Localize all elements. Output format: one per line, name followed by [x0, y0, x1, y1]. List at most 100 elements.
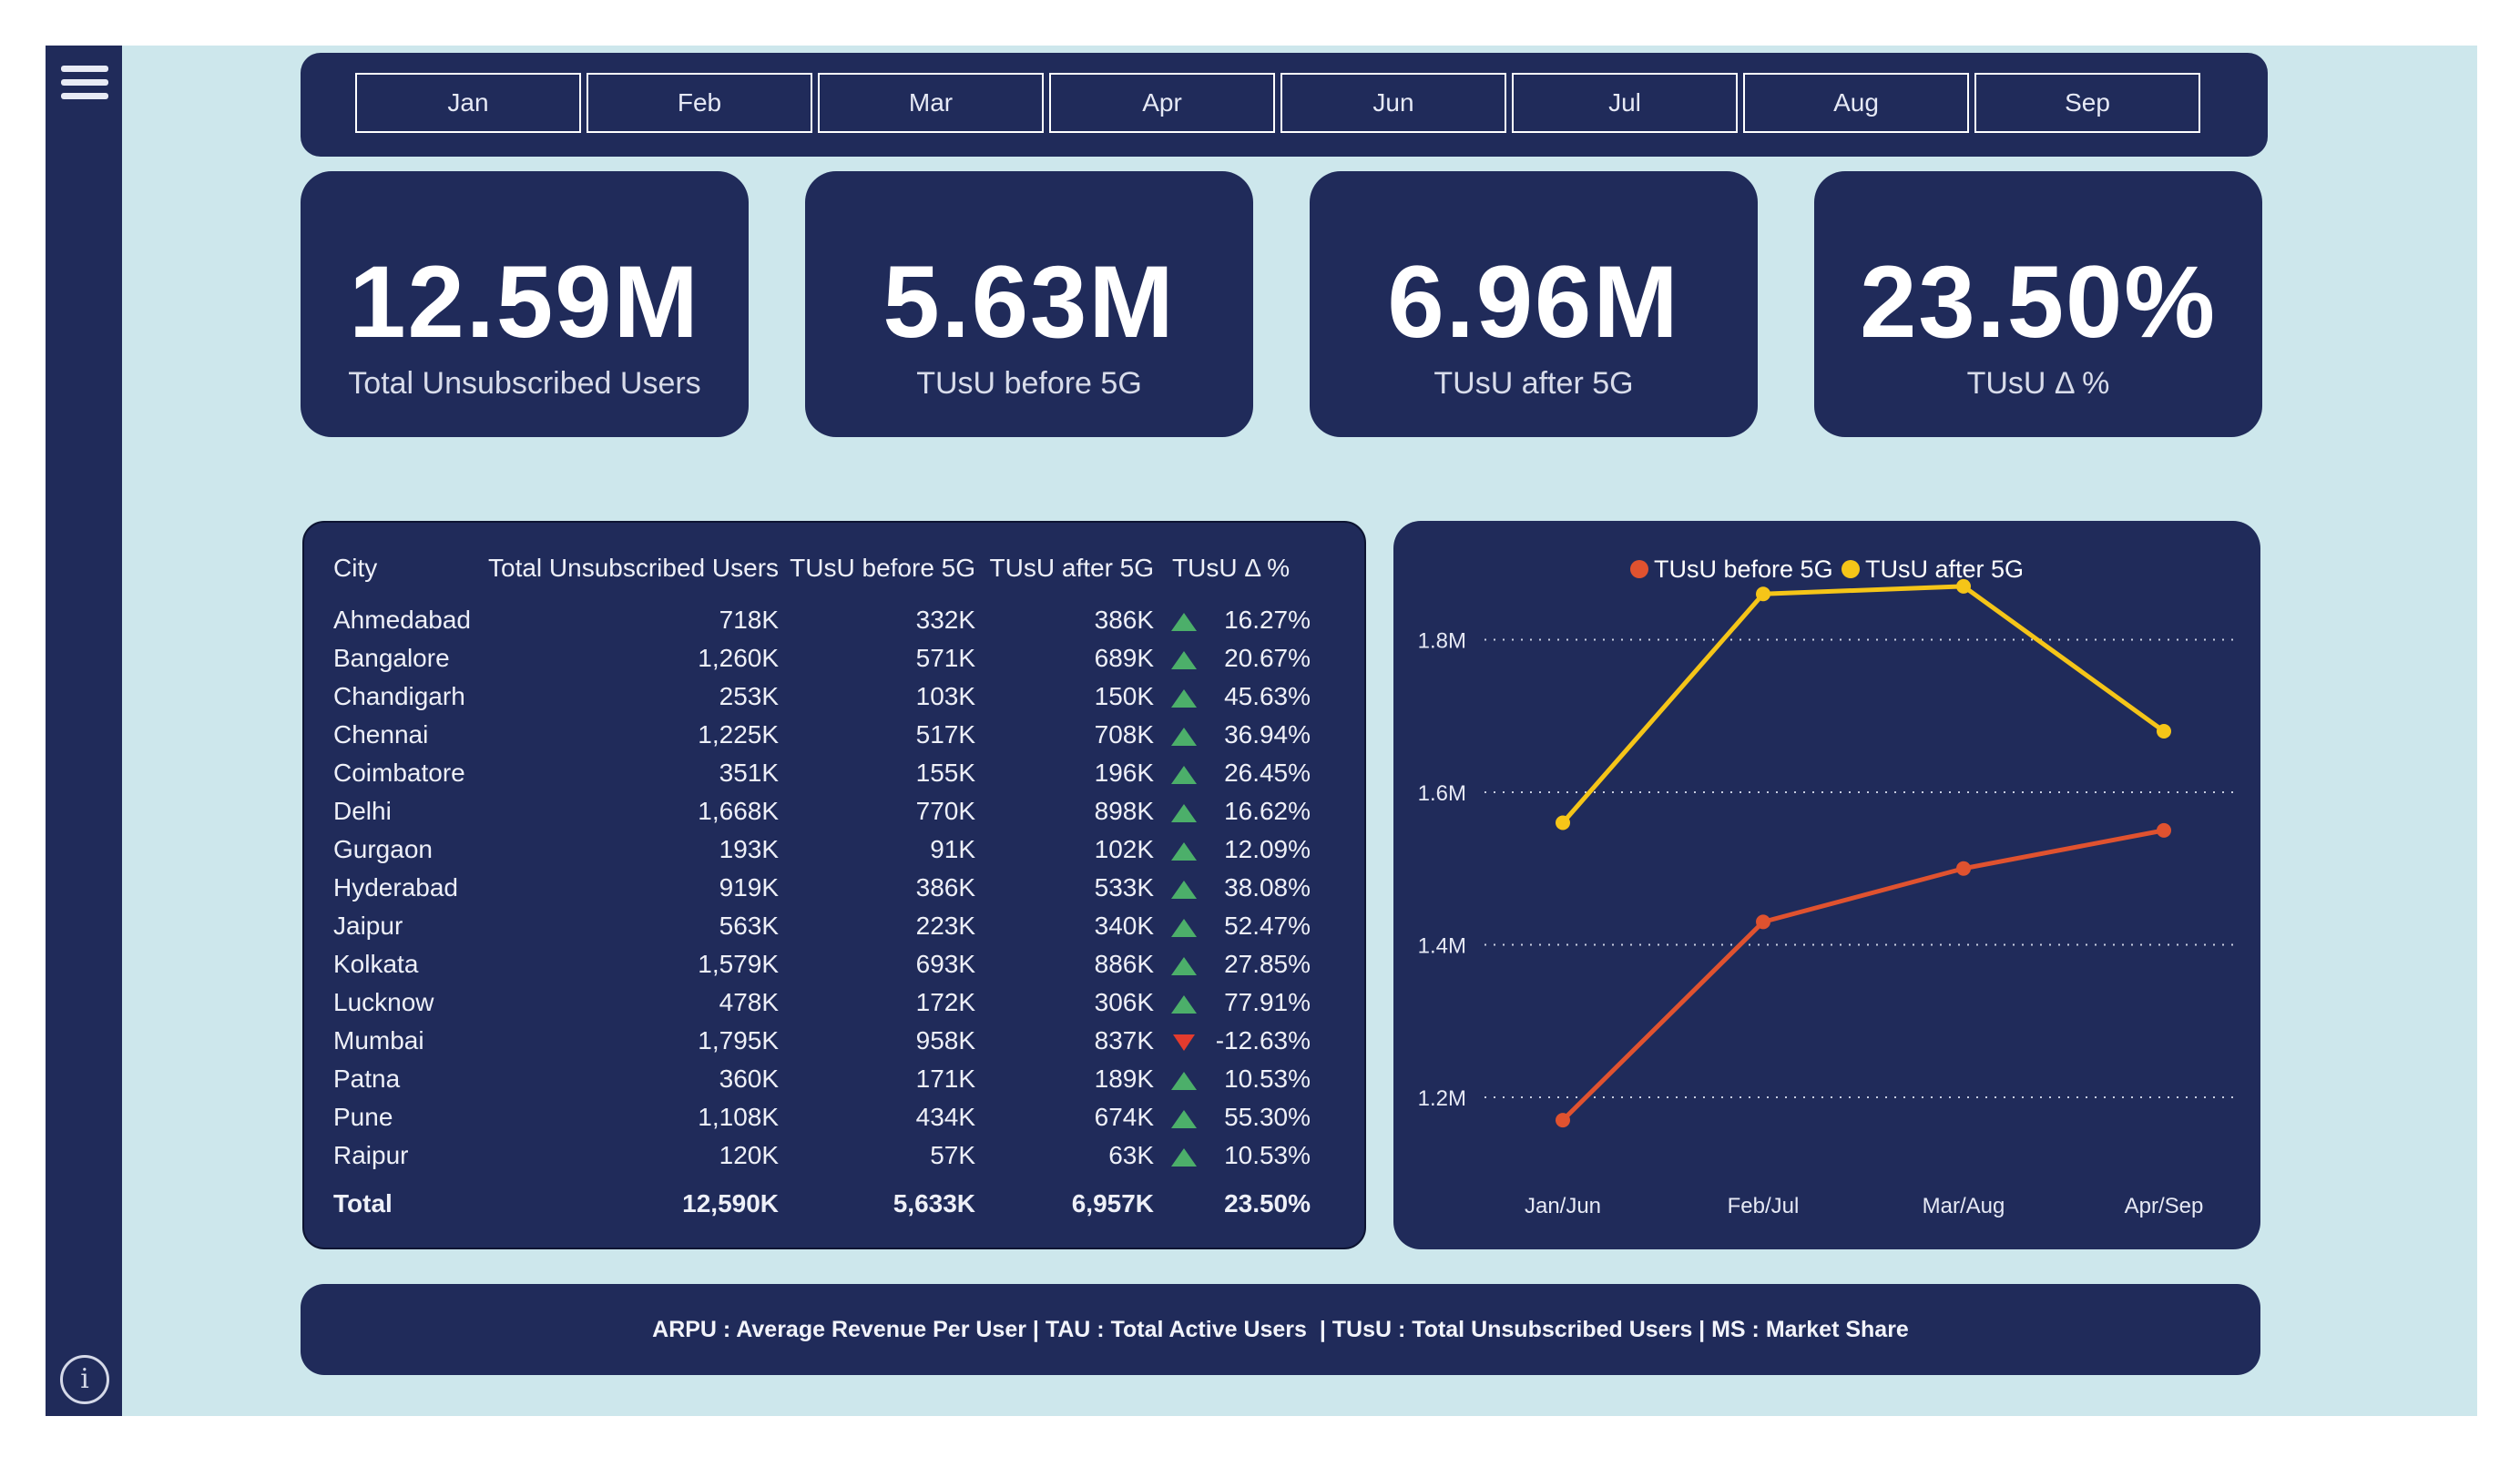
trend-down-icon — [1173, 1034, 1196, 1051]
table-header-row: City Total Unsubscribed Users TUsU befor… — [333, 543, 1311, 594]
trend-up-icon — [1171, 994, 1198, 1014]
trend-up-icon — [1171, 650, 1198, 669]
cell-before-5g: 434K — [915, 1103, 976, 1131]
trend-up-icon — [1171, 688, 1198, 708]
kpi-card-before-5g: 5.63M TUsU before 5G — [805, 171, 1253, 437]
kpi-value: 23.50% — [1860, 245, 2217, 359]
table-row[interactable]: Ahmedabad 718K 332K 386K 16.27% — [333, 601, 1311, 639]
sidebar: i — [46, 46, 122, 1416]
month-button-sep[interactable]: Sep — [1974, 73, 2200, 133]
cell-trend — [1154, 716, 1214, 754]
kpi-card-total-unsubscribed: 12.59M Total Unsubscribed Users — [301, 171, 749, 437]
column-header-total[interactable]: Total Unsubscribed Users — [488, 543, 779, 594]
cell-city: Chennai — [333, 720, 429, 749]
cell-after-5g: 150K — [1094, 682, 1155, 710]
total-total: 12,590K — [682, 1189, 780, 1218]
cell-trend — [1154, 1022, 1214, 1060]
cell-before-5g: 693K — [915, 950, 976, 978]
table-row[interactable]: Lucknow 478K 172K 306K 77.91% — [333, 983, 1311, 1022]
month-button-apr[interactable]: Apr — [1049, 73, 1275, 133]
trend-up-icon — [1171, 727, 1198, 746]
cell-city: Ahmedabad — [333, 606, 472, 634]
table-row[interactable]: Patna 360K 171K 189K 10.53% — [333, 1060, 1311, 1098]
x-tick-label: Mar/Aug — [1923, 1194, 2005, 1218]
cell-delta-pct: 12.09% — [1224, 835, 1311, 863]
table-row[interactable]: Pune 1,108K 434K 674K 55.30% — [333, 1098, 1311, 1136]
table-row[interactable]: Raipur 120K 57K 63K 10.53% — [333, 1136, 1311, 1175]
month-button-aug[interactable]: Aug — [1743, 73, 1969, 133]
cell-delta-pct: 20.67% — [1224, 644, 1311, 672]
cell-after-5g: 837K — [1094, 1026, 1155, 1055]
table-row[interactable]: Mumbai 1,795K 958K 837K -12.63% — [333, 1022, 1311, 1060]
month-button-jan[interactable]: Jan — [355, 73, 581, 133]
cell-city: Raipur — [333, 1141, 409, 1169]
table-row[interactable]: Chandigarh 253K 103K 150K 45.63% — [333, 678, 1311, 716]
data-point — [1756, 914, 1770, 930]
city-table: City Total Unsubscribed Users TUsU befor… — [333, 543, 1311, 1226]
cell-total: 1,668K — [698, 797, 780, 825]
column-header-delta-pct[interactable]: TUsU Δ % — [1154, 543, 1311, 594]
y-tick-label: 1.6M — [1418, 781, 1466, 806]
cell-after-5g: 306K — [1094, 988, 1155, 1016]
table-row[interactable]: Coimbatore 351K 155K 196K 26.45% — [333, 754, 1311, 792]
table-row[interactable]: Gurgaon 193K 91K 102K 12.09% — [333, 830, 1311, 869]
cell-trend — [1154, 1098, 1214, 1136]
cell-trend — [1154, 1060, 1214, 1098]
trend-up-icon — [1171, 956, 1198, 975]
cell-total: 1,108K — [698, 1103, 780, 1131]
cell-before-5g: 155K — [915, 759, 976, 787]
cell-after-5g: 196K — [1094, 759, 1155, 787]
trend-up-icon — [1171, 1147, 1198, 1167]
cell-delta-pct: 52.47% — [1224, 912, 1311, 940]
y-tick-label: 1.8M — [1418, 629, 1466, 654]
cell-total: 919K — [719, 873, 780, 902]
table-row[interactable]: Delhi 1,668K 770K 898K 16.62% — [333, 792, 1311, 830]
cell-city: Bangalore — [333, 644, 450, 672]
table-row[interactable]: Bangalore 1,260K 571K 689K 20.67% — [333, 639, 1311, 678]
table-row[interactable]: Kolkata 1,579K 693K 886K 27.85% — [333, 945, 1311, 983]
month-button-feb[interactable]: Feb — [587, 73, 812, 133]
cell-city: Pune — [333, 1103, 393, 1131]
city-table-panel: City Total Unsubscribed Users TUsU befor… — [302, 521, 1366, 1249]
cell-delta-pct: -12.63% — [1215, 1026, 1311, 1055]
data-point — [1756, 586, 1770, 602]
hamburger-menu-icon[interactable] — [61, 66, 108, 106]
data-point — [1956, 578, 1971, 594]
table-row[interactable]: Hyderabad 919K 386K 533K 38.08% — [333, 869, 1311, 907]
x-tick-label: Feb/Jul — [1728, 1194, 1800, 1218]
cell-total: 1,579K — [698, 950, 780, 978]
table-row[interactable]: Chennai 1,225K 517K 708K 36.94% — [333, 716, 1311, 754]
cell-delta-pct: 77.91% — [1224, 988, 1311, 1016]
cell-trend — [1154, 907, 1214, 945]
table-row[interactable]: Jaipur 563K 223K 340K 52.47% — [333, 907, 1311, 945]
kpi-label: Total Unsubscribed Users — [348, 366, 701, 401]
cell-trend — [1154, 869, 1214, 907]
cell-after-5g: 102K — [1094, 835, 1155, 863]
cell-before-5g: 91K — [930, 835, 976, 863]
trend-up-icon — [1171, 918, 1198, 937]
cell-city: Jaipur — [333, 912, 403, 940]
cell-trend — [1154, 678, 1214, 716]
column-header-before-5g[interactable]: TUsU before 5G — [779, 543, 975, 594]
legend-label: TUsU before 5G — [1654, 555, 1833, 583]
cell-delta-pct: 26.45% — [1224, 759, 1311, 787]
trend-up-icon — [1171, 1071, 1198, 1090]
cell-before-5g: 171K — [915, 1065, 976, 1093]
column-header-city[interactable]: City — [333, 543, 488, 594]
info-icon[interactable]: i — [60, 1355, 109, 1404]
cell-after-5g: 63K — [1108, 1141, 1155, 1169]
month-button-jul[interactable]: Jul — [1512, 73, 1738, 133]
cell-city: Gurgaon — [333, 835, 433, 863]
cell-after-5g: 689K — [1094, 644, 1155, 672]
cell-total: 563K — [719, 912, 780, 940]
cell-total: 1,260K — [698, 644, 780, 672]
data-point — [2157, 822, 2171, 838]
legend-marker — [1630, 560, 1648, 578]
month-button-mar[interactable]: Mar — [818, 73, 1044, 133]
cell-city: Patna — [333, 1065, 401, 1093]
column-header-after-5g[interactable]: TUsU after 5G — [975, 543, 1154, 594]
cell-trend — [1154, 1136, 1214, 1175]
line-chart-panel: 1.2M 1.4M 1.6M 1.8M Jan/Jun Feb/Jul Mar/Aug Apr… — [1393, 521, 2260, 1249]
month-button-jun[interactable]: Jun — [1280, 73, 1506, 133]
total-before-5g: 5,633K — [893, 1189, 976, 1218]
